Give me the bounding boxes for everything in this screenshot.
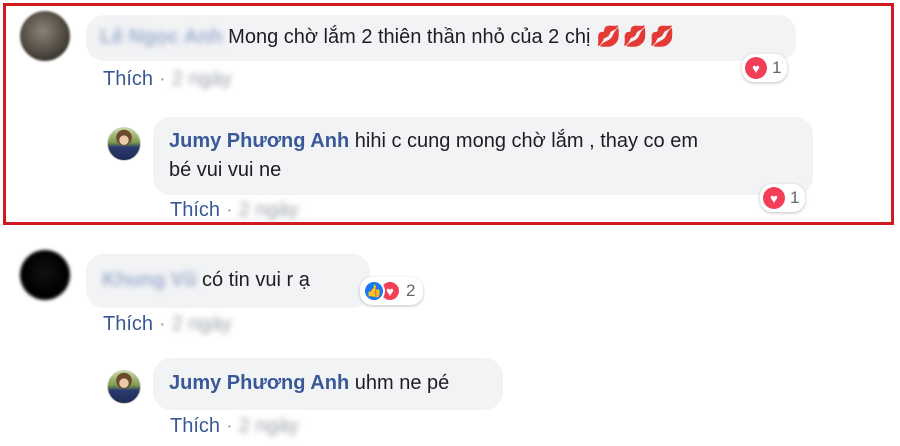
reply-bubble: Jumy Phương Anh hihi c cung mong chờ lắm…: [153, 117, 813, 195]
timestamp[interactable]: 2 ngày: [172, 68, 232, 91]
comment-bubble: Lê Ngọc Anh Mong chờ lắm 2 thiên thần nh…: [86, 15, 796, 61]
reaction-count: 1: [790, 188, 800, 207]
reply-author[interactable]: Jumy Phương Anh: [169, 130, 349, 152]
separator: ·: [159, 313, 166, 335]
heart-icon: ♥: [763, 187, 785, 209]
timestamp[interactable]: 2 ngày: [172, 313, 232, 336]
reply-author[interactable]: Jumy Phương Anh: [169, 372, 349, 394]
reply-avatar[interactable]: [107, 127, 141, 161]
comment-author[interactable]: Khung Vũ: [102, 266, 196, 295]
timestamp[interactable]: 2 ngày: [239, 415, 299, 438]
heart-icon: ♥: [745, 57, 767, 79]
timestamp[interactable]: 2 ngày: [239, 199, 299, 222]
like-link[interactable]: Thích: [103, 68, 153, 90]
like-link[interactable]: Thích: [103, 313, 153, 335]
comment-text: Mong chờ lắm 2 thiên thần nhỏ của 2 chị: [228, 26, 591, 48]
reply-actions: Thích · 2 ngày: [170, 415, 299, 438]
like-link[interactable]: Thích: [170, 199, 220, 221]
comment-actions: Thích · 2 ngày: [103, 68, 232, 91]
reaction-count: 1: [772, 58, 782, 77]
separator: ·: [226, 199, 233, 221]
reaction-summary[interactable]: ♥ 1: [760, 184, 806, 212]
reply-bubble: Jumy Phương Anh uhm ne pé: [153, 358, 503, 410]
avatar[interactable]: [20, 250, 70, 300]
reaction-summary[interactable]: ♥ 1: [742, 54, 788, 82]
comment-text: có tin vui r ạ: [202, 269, 310, 291]
comment-actions: Thích · 2 ngày: [103, 313, 232, 336]
comment-author[interactable]: Lê Ngọc Anh: [100, 23, 223, 52]
like-link[interactable]: Thích: [170, 415, 220, 437]
like-icon: 👍: [363, 280, 385, 302]
reaction-summary[interactable]: 👍 ♥ 2: [360, 277, 424, 305]
reply-avatar[interactable]: [107, 370, 141, 404]
separator: ·: [226, 415, 233, 437]
reaction-count: 2: [406, 281, 416, 300]
reply-text-line2: bé vui vui ne: [169, 159, 282, 181]
avatar[interactable]: [20, 11, 70, 61]
reply-text-line1: hihi c cung mong chờ lắm , thay co em: [354, 130, 699, 152]
comment-bubble: Khung Vũ có tin vui r ạ: [86, 254, 370, 308]
reply-actions: Thích · 2 ngày: [170, 199, 299, 222]
kiss-emoji-icon: 💋💋💋: [595, 26, 677, 48]
separator: ·: [159, 68, 166, 90]
reply-text: uhm ne pé: [354, 372, 450, 394]
